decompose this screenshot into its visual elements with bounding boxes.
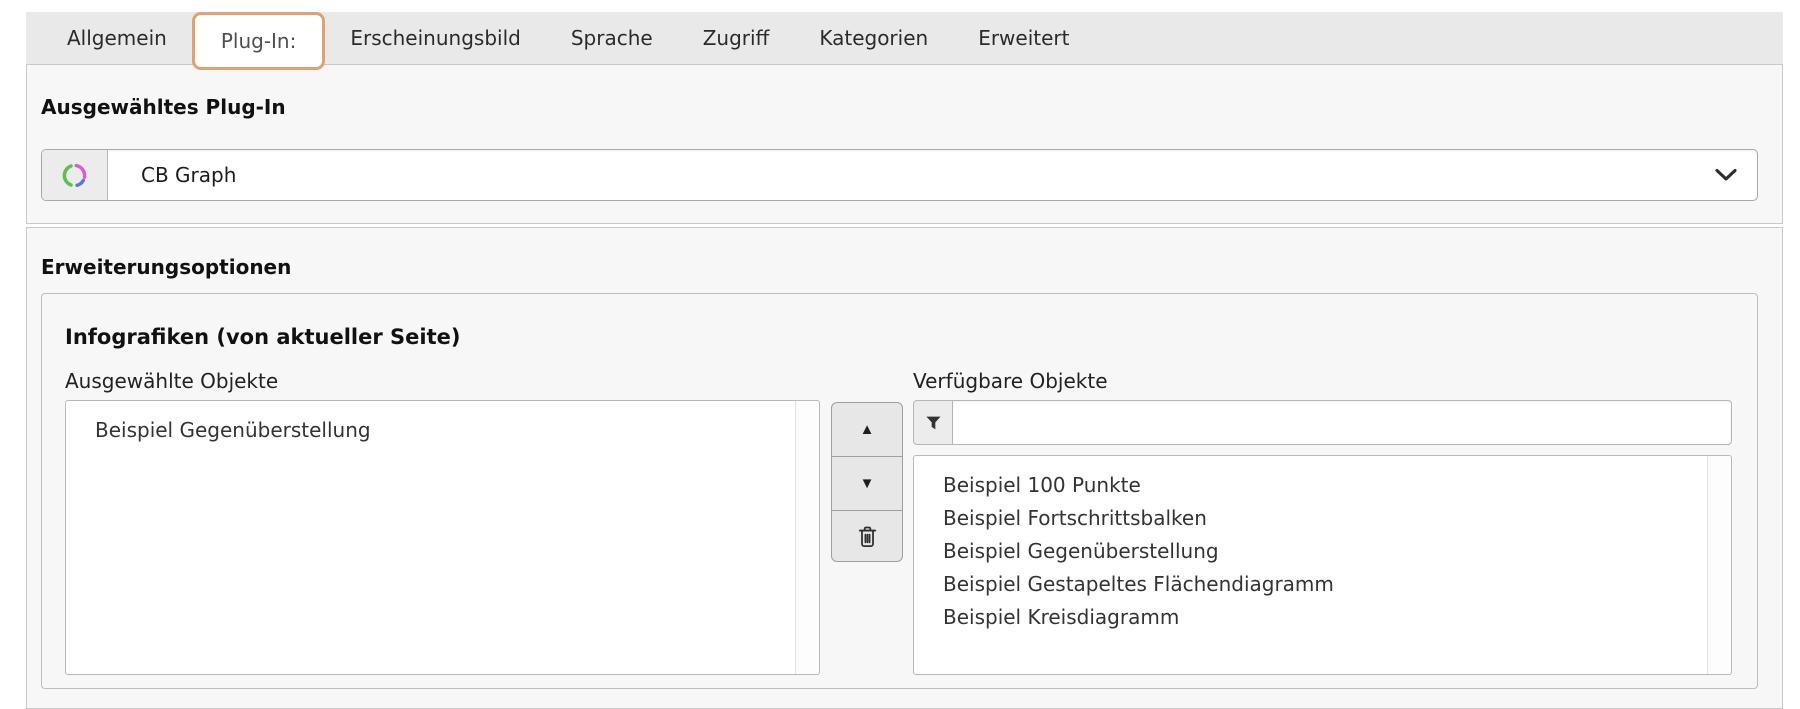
plugin-select-value: CB Graph	[108, 150, 1695, 200]
chevron-down-icon	[1695, 150, 1757, 200]
tab-allgemein[interactable]: Allgemein	[42, 12, 192, 64]
plugin-select[interactable]: CB Graph	[41, 149, 1758, 201]
filter-input[interactable]	[953, 400, 1732, 445]
move-up-button[interactable]: ▲	[831, 402, 903, 457]
tab-erscheinungsbild[interactable]: Erscheinungsbild	[325, 12, 545, 64]
available-objects-list[interactable]: Beispiel 100 PunkteBeispiel Fortschritts…	[913, 455, 1732, 675]
extension-options-panel: Erweiterungsoptionen Infografiken (von a…	[26, 227, 1783, 709]
arrow-up-icon: ▲	[860, 421, 875, 438]
selected-plugin-heading: Ausgewähltes Plug-In	[41, 94, 1758, 120]
remove-button[interactable]	[831, 510, 903, 562]
list-item[interactable]: Beispiel Fortschrittsbalken	[943, 502, 1701, 535]
tab-erweitert[interactable]: Erweitert	[953, 12, 1094, 64]
arrow-down-icon: ▼	[860, 475, 875, 492]
selected-objects-list[interactable]: Beispiel Gegenüberstellung	[65, 400, 820, 675]
transfer-controls: ▲ ▼	[831, 368, 903, 562]
infographics-box: Infografiken (von aktueller Seite) Ausge…	[41, 293, 1758, 689]
list-item[interactable]: Beispiel 100 Punkte	[943, 469, 1701, 502]
donut-chart-icon	[42, 150, 108, 200]
filter-row	[913, 400, 1732, 445]
trash-icon	[855, 524, 880, 549]
list-item[interactable]: Beispiel Gegenüberstellung	[95, 414, 789, 447]
list-item[interactable]: Beispiel Kreisdiagramm	[943, 601, 1701, 634]
filter-button[interactable]	[913, 400, 953, 445]
tab-bar: AllgemeinPlug-In:ErscheinungsbildSprache…	[26, 12, 1783, 64]
list-item[interactable]: Beispiel Gegenüberstellung	[943, 535, 1701, 568]
selected-objects-column: Ausgewählte Objekte Beispiel Gegenüberst…	[65, 368, 820, 675]
filter-icon	[926, 416, 941, 430]
settings-page: AllgemeinPlug-In:ErscheinungsbildSprache…	[0, 0, 1800, 709]
scrollbar[interactable]	[1707, 456, 1731, 674]
selected-plugin-panel: Ausgewähltes Plug-In CB Graph	[26, 64, 1783, 224]
tab-kategorien[interactable]: Kategorien	[794, 12, 953, 64]
selected-objects-label: Ausgewählte Objekte	[65, 368, 820, 394]
transfer-columns: Ausgewählte Objekte Beispiel Gegenüberst…	[65, 368, 1732, 675]
tab-zugriff[interactable]: Zugriff	[678, 12, 795, 64]
tab-plug-in[interactable]: Plug-In:	[192, 12, 326, 70]
tab-sprache[interactable]: Sprache	[546, 12, 678, 64]
available-objects-column: Verfügbare Objekte Beispiel 100 P	[913, 368, 1732, 675]
extension-options-heading: Erweiterungsoptionen	[41, 254, 1758, 280]
available-objects-label: Verfügbare Objekte	[913, 368, 1732, 394]
infographics-title: Infografiken (von aktueller Seite)	[65, 324, 1732, 350]
scrollbar[interactable]	[795, 401, 819, 674]
move-down-button[interactable]: ▼	[831, 456, 903, 511]
list-item[interactable]: Beispiel Gestapeltes Flächendiagramm	[943, 568, 1701, 601]
